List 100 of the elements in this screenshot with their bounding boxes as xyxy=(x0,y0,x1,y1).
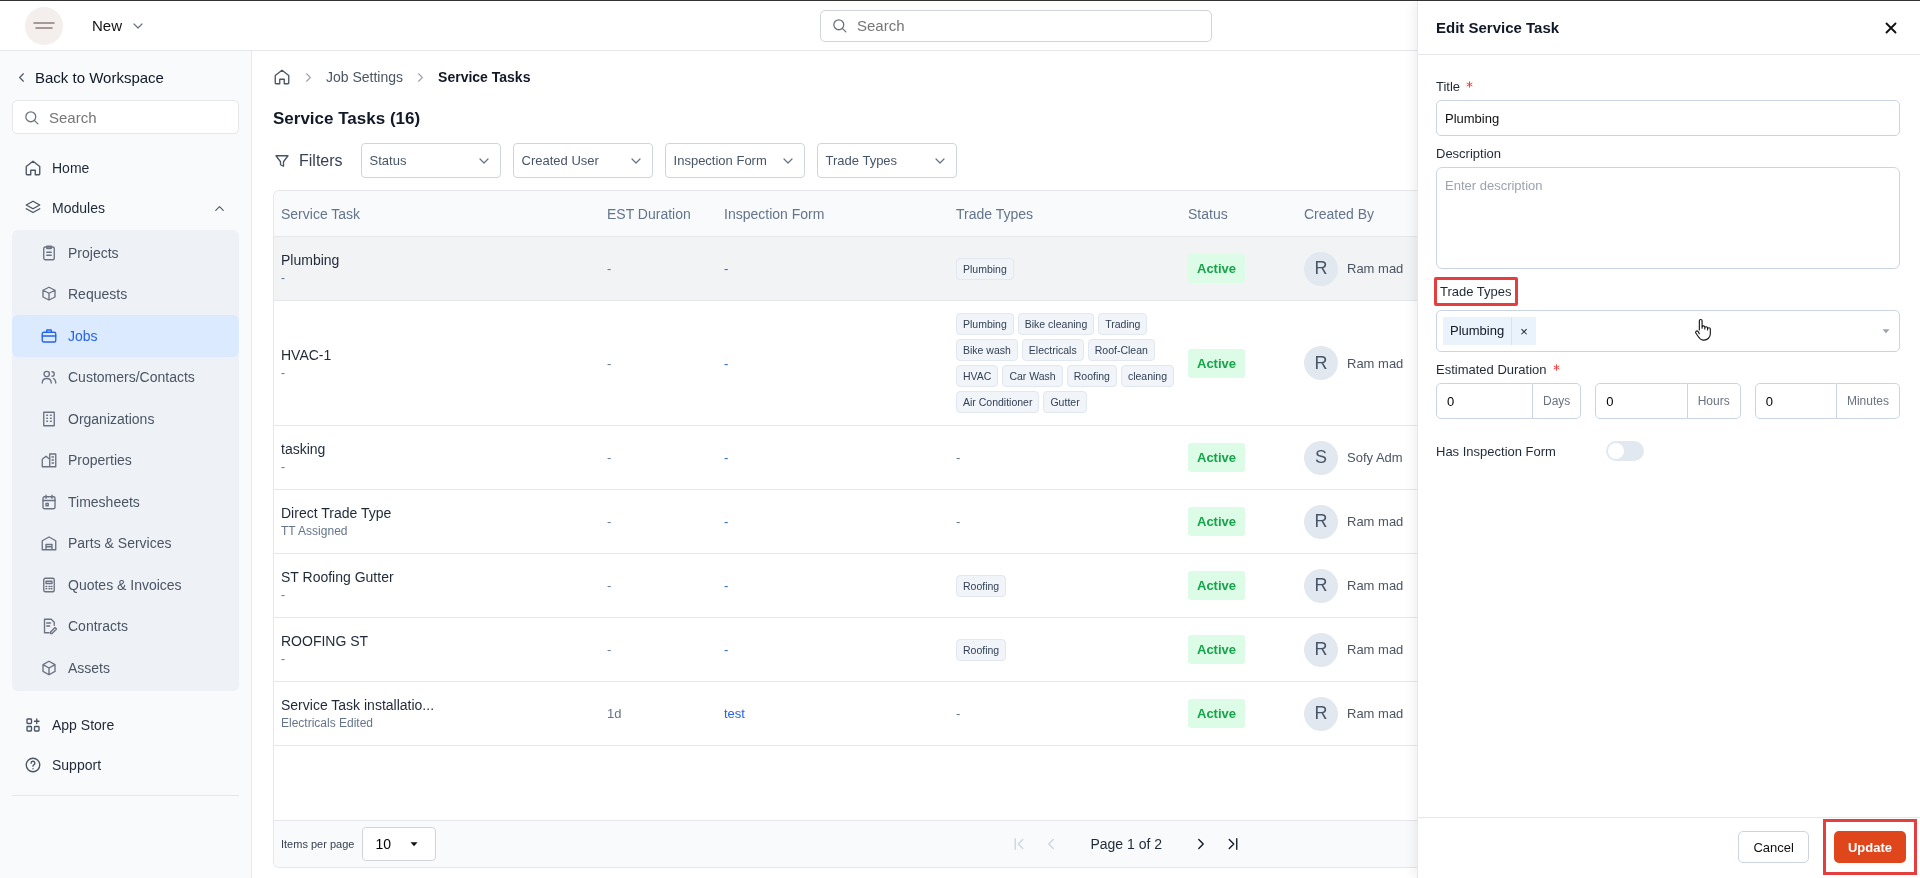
table-cell: - xyxy=(607,261,612,276)
trade-types-select[interactable]: Plumbing × xyxy=(1436,310,1900,352)
unit-label: Days xyxy=(1533,383,1582,419)
duration-input[interactable]: 0 xyxy=(1754,383,1837,419)
sidebar-item[interactable]: Quotes & Invoices xyxy=(12,564,239,606)
sidebar-item[interactable]: Parts & Services xyxy=(12,522,239,564)
description-field[interactable]: Enter description xyxy=(1436,167,1900,269)
column-header: Service Task xyxy=(280,205,362,222)
table-row[interactable]: ROOFING ST - - - Roofing Active R Ram mad xyxy=(274,618,1417,682)
warehouse-icon xyxy=(40,534,58,553)
sidebar-item[interactable]: Timesheets xyxy=(12,481,239,523)
sidebar-item[interactable]: App Store xyxy=(12,704,239,745)
sidebar-item[interactable]: Assets xyxy=(12,647,239,689)
clipboard-icon xyxy=(40,243,58,262)
trade-type-tag: Car Wash xyxy=(1002,365,1063,387)
avatar: R xyxy=(1304,346,1338,380)
filter-dropdown[interactable]: Status xyxy=(360,143,501,178)
unit-label: Minutes xyxy=(1836,383,1900,419)
table-cell: - xyxy=(956,514,961,529)
field-label: Title xyxy=(1436,79,1461,94)
duration-input[interactable]: 0 xyxy=(1595,383,1688,419)
status-badge: Active xyxy=(1188,699,1246,728)
avatar: R xyxy=(1304,632,1338,667)
briefcase-icon xyxy=(40,326,58,345)
trade-type-tag: Air Conditioner xyxy=(956,391,1040,413)
sidebar-item[interactable]: Jobs xyxy=(12,315,239,357)
inspection-form-link[interactable]: test xyxy=(724,706,745,721)
unit-label: Hours xyxy=(1687,383,1741,419)
table-row[interactable]: ST Roofing Gutter - - - Roofing Active R Ram mad xyxy=(274,554,1417,618)
breadcrumb-link[interactable]: Job Settings xyxy=(326,69,404,85)
inspection-form-link[interactable]: - xyxy=(724,514,729,529)
sidebar-item[interactable]: Organizations xyxy=(12,398,239,440)
sidebar-item[interactable]: Modules xyxy=(12,188,239,228)
logo-icon[interactable] xyxy=(24,5,64,46)
trade-type-tag: Roofing xyxy=(1066,365,1117,387)
calculator-icon xyxy=(40,575,58,594)
creator-name: Ram mad xyxy=(1347,261,1404,276)
title-input[interactable]: Plumbing xyxy=(1436,100,1900,136)
table-row[interactable]: HVAC-1 - - - Plumbing Bike cleaning Trading Bike wash Electricals Roof-Clean HVAC Car Wash Roofing cleaning Air Conditioner Gutter Active R Ram mad xyxy=(274,301,1417,426)
column-header: Created By xyxy=(1303,205,1376,222)
help-icon xyxy=(24,755,42,774)
breadcrumb-link[interactable]: Service Tasks xyxy=(438,69,531,85)
sidebar-item[interactable]: Projects xyxy=(12,232,239,274)
page-indicator: Page 1 of 2 xyxy=(1090,836,1162,852)
home-icon[interactable] xyxy=(273,68,291,86)
inspection-form-link[interactable]: - xyxy=(724,578,729,593)
duration-input[interactable]: 0 xyxy=(1436,383,1533,419)
trade-type-tag: HVAC xyxy=(956,365,999,387)
task-subtitle: Electricals Edited xyxy=(281,716,374,730)
column-header: Trade Types xyxy=(955,205,1035,222)
table-cell: 1d xyxy=(607,706,622,721)
task-name: ST Roofing Gutter xyxy=(281,569,394,585)
search-field[interactable]: Search xyxy=(820,9,1212,42)
task-subtitle: - xyxy=(281,588,285,602)
filter-dropdown[interactable]: Inspection Form xyxy=(664,143,805,178)
task-name: Plumbing xyxy=(281,252,340,268)
update-button[interactable]: Update xyxy=(1833,831,1906,863)
table-cell: - xyxy=(607,450,612,465)
trade-type-tag: Gutter xyxy=(1043,391,1087,413)
table-row[interactable]: Service Task installatio... Electricals Edited 1d test - Active R Ram mad xyxy=(274,682,1417,746)
back-link[interactable]: Back to Workspace xyxy=(12,51,239,100)
sidebar-item[interactable]: Contracts xyxy=(12,605,239,647)
filter-dropdown[interactable]: Trade Types xyxy=(816,143,957,178)
field-label: Estimated Duration xyxy=(1436,362,1547,377)
creator-name: Ram mad xyxy=(1347,706,1404,721)
sidebar-item[interactable]: Support xyxy=(12,744,239,785)
trade-type-tag: Bike wash xyxy=(956,339,1018,361)
toggle-switch[interactable] xyxy=(1605,441,1644,461)
table-row[interactable]: Plumbing - - - Plumbing Active R Ram mad xyxy=(274,237,1417,301)
column-header: Inspection Form xyxy=(723,205,826,222)
sidebar-item[interactable]: Customers/Contacts xyxy=(12,356,239,398)
cancel-button[interactable]: Cancel xyxy=(1738,831,1809,863)
inspection-form-link[interactable]: - xyxy=(724,261,729,276)
new-dropdown[interactable]: New xyxy=(92,17,146,34)
inspection-form-link[interactable]: - xyxy=(724,450,729,465)
remove-chip-button[interactable]: × xyxy=(1512,323,1536,339)
inspection-form-link[interactable]: - xyxy=(724,355,729,371)
creator-name: Ram mad xyxy=(1347,355,1404,371)
trade-type-tag: Trading xyxy=(1098,313,1148,335)
avatar: R xyxy=(1304,504,1338,539)
table-cell: - xyxy=(607,578,612,593)
sidebar-item[interactable]: Requests xyxy=(12,273,239,315)
avatar: R xyxy=(1304,568,1338,603)
trade-type-tag: Electricals xyxy=(1021,339,1084,361)
sidebar-item[interactable]: Home xyxy=(12,148,239,188)
sidebar-item[interactable]: Properties xyxy=(12,439,239,481)
task-subtitle: TT Assigned xyxy=(281,524,348,538)
status-badge: Active xyxy=(1188,254,1246,283)
inspection-form-link[interactable]: - xyxy=(724,642,729,657)
trade-type-tag: Plumbing xyxy=(956,257,1014,280)
building-icon xyxy=(40,409,58,428)
task-subtitle: - xyxy=(281,460,285,474)
items-per-page-select[interactable]: 10 xyxy=(362,827,437,861)
sidebar-search-field[interactable]: Search xyxy=(12,100,239,134)
field-label: Trade Types xyxy=(1434,277,1518,306)
table-row[interactable]: Direct Trade Type TT Assigned - - - Active R Ram mad xyxy=(274,490,1417,554)
filter-dropdown[interactable]: Created User xyxy=(512,143,653,178)
creator-name: Ram mad xyxy=(1347,514,1404,529)
trade-type-tag: cleaning xyxy=(1120,365,1175,387)
table-row[interactable]: tasking - - - - Active S Sofy Adm xyxy=(274,426,1417,490)
